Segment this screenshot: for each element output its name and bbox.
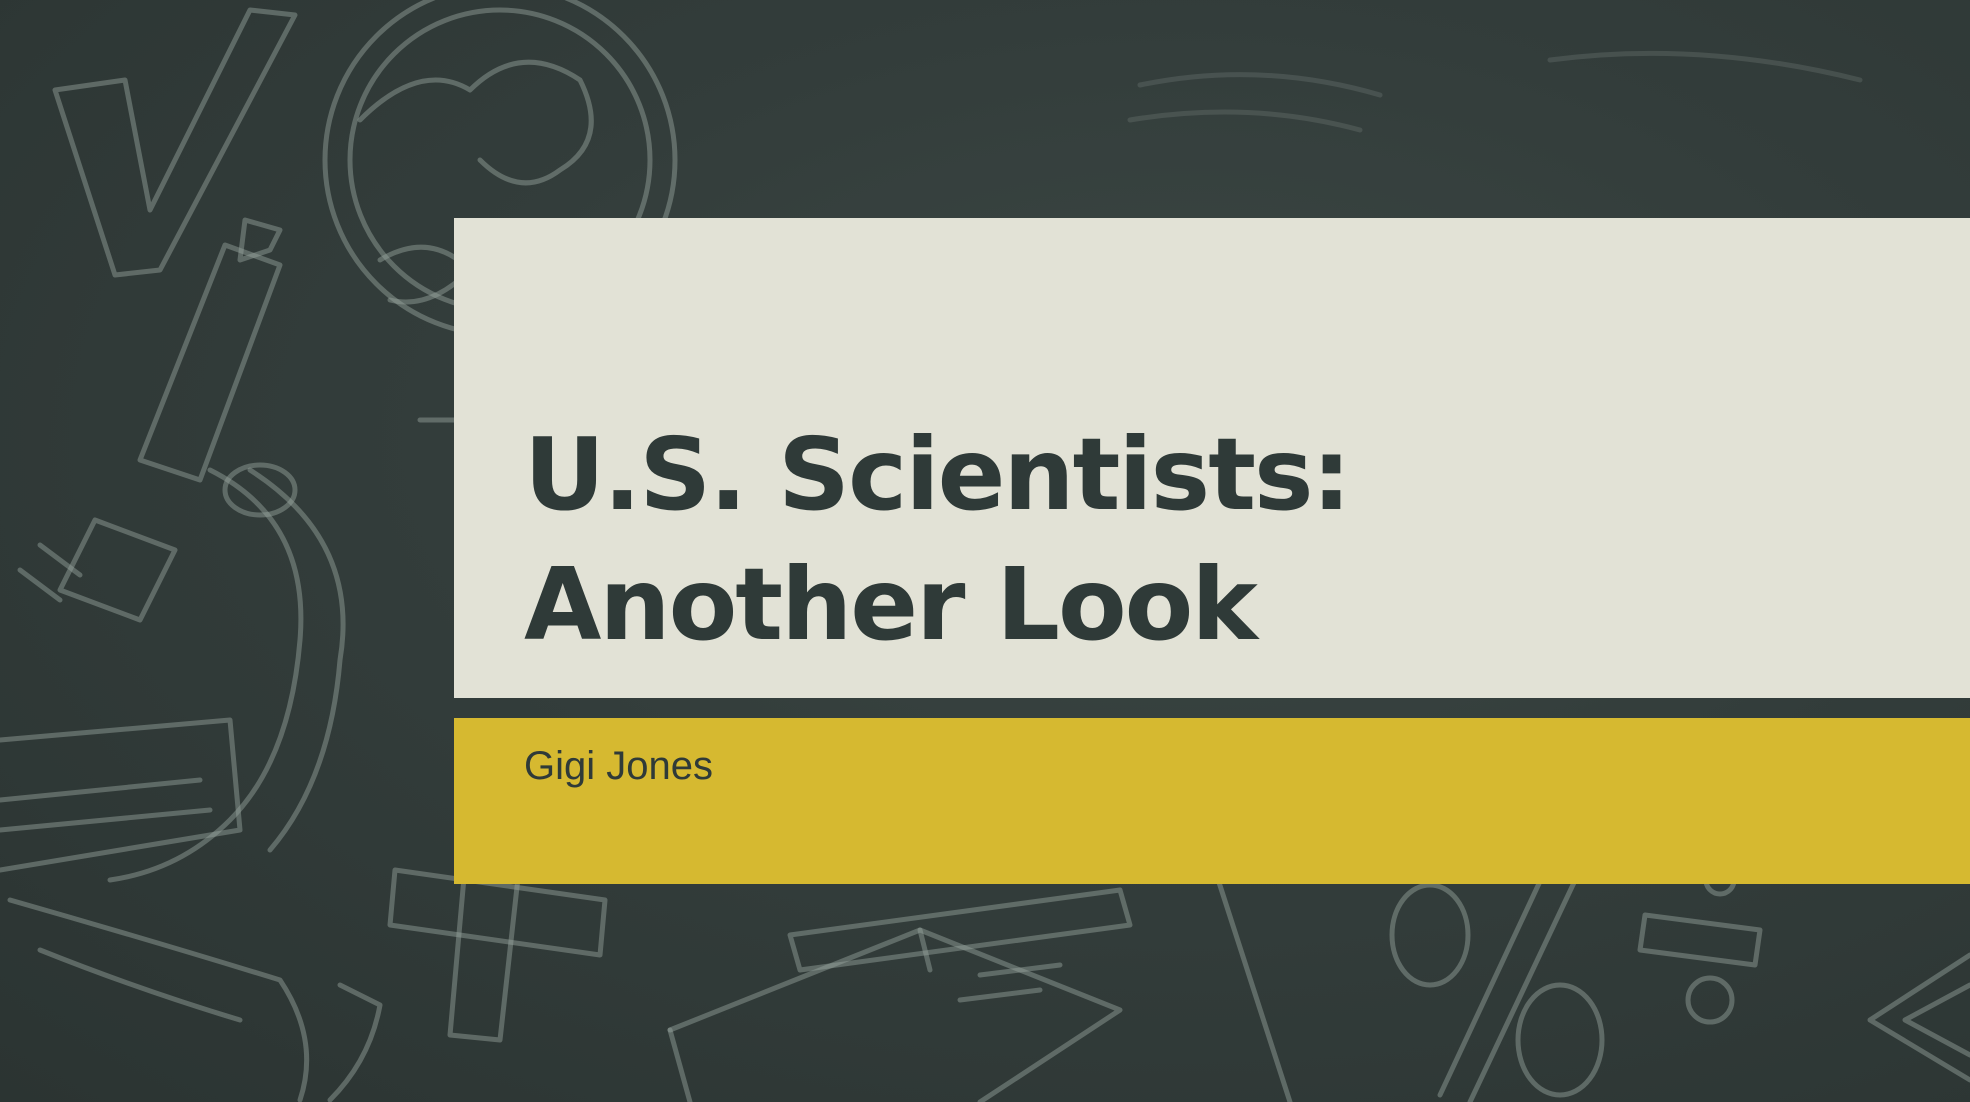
title-panel: U.S. Scientists: Another Look xyxy=(454,218,1970,698)
slide-subtitle: Gigi Jones xyxy=(524,744,713,788)
slide-title: U.S. Scientists: Another Look xyxy=(524,410,1352,670)
subtitle-panel: Gigi Jones xyxy=(454,718,1970,884)
slide-title-line-2: Another Look xyxy=(524,546,1258,663)
minus-icon xyxy=(1637,863,1763,1025)
book-icon xyxy=(667,857,1293,1102)
slide-title-line-1: U.S. Scientists: xyxy=(524,416,1352,533)
less-than-icon xyxy=(1867,952,1970,1083)
checkmark-icon xyxy=(52,7,298,278)
title-slide: U.S. Scientists: Another Look Gigi Jones xyxy=(0,0,1970,1102)
percent-icon xyxy=(1389,857,1605,1102)
microscope-icon xyxy=(0,217,383,1102)
